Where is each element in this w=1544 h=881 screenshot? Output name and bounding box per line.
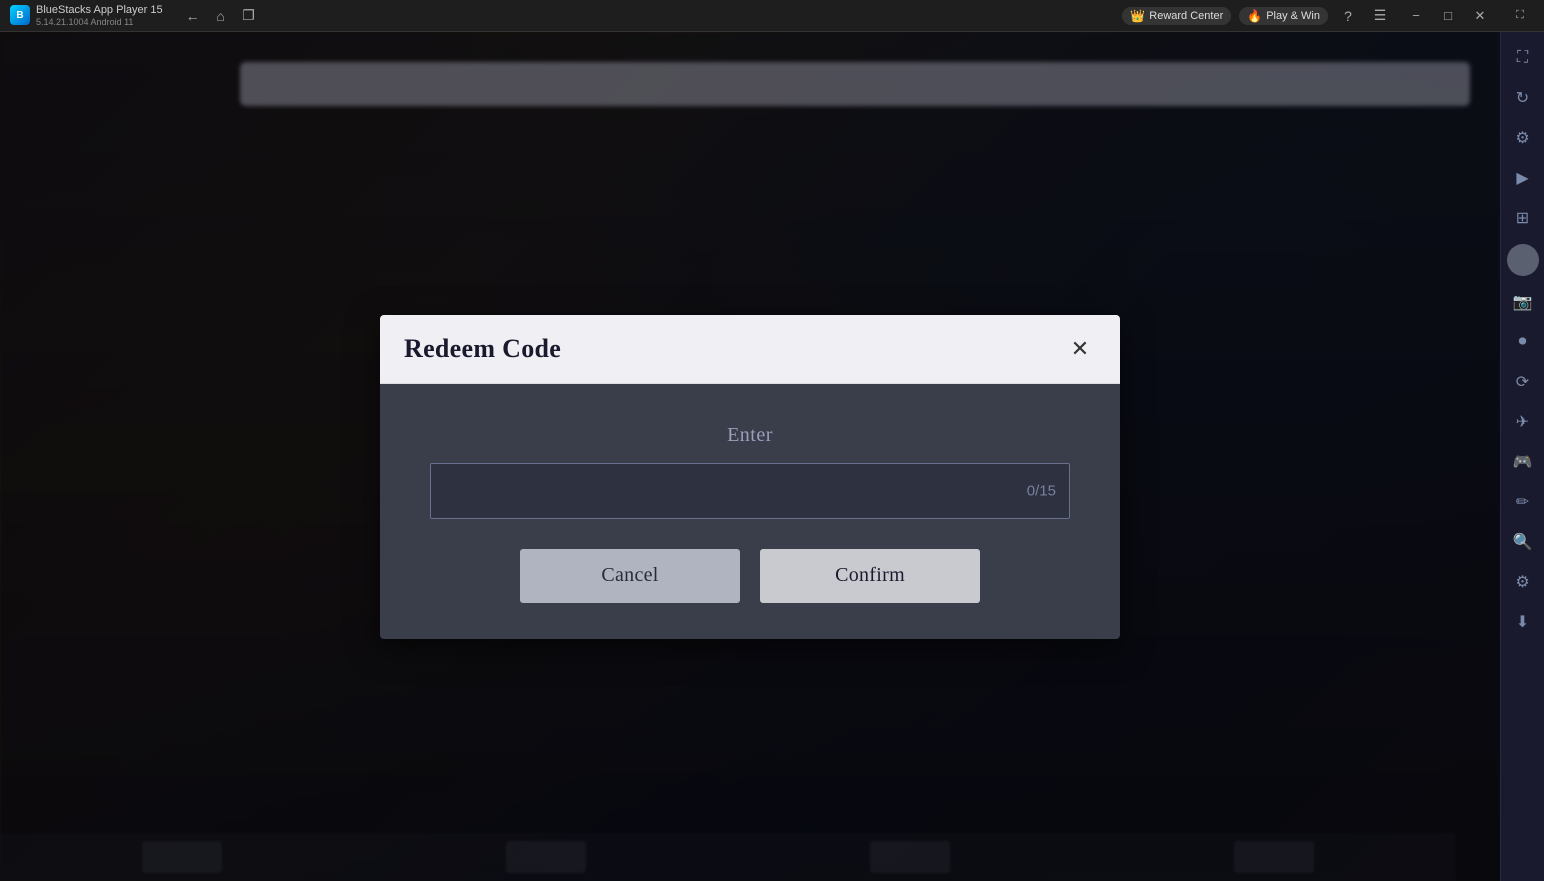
- input-wrapper: 0/15: [430, 463, 1070, 519]
- sidebar-play-icon[interactable]: ▶: [1505, 160, 1541, 196]
- sidebar-grid-icon[interactable]: ⊞: [1505, 200, 1541, 236]
- sidebar-rotate-icon[interactable]: ⟳: [1505, 364, 1541, 400]
- sidebar-settings-icon[interactable]: ⚙: [1505, 120, 1541, 156]
- sidebar-gear-icon[interactable]: ⚙: [1505, 564, 1541, 600]
- window-controls: − □ ✕: [1400, 0, 1496, 32]
- sidebar-expand-icon[interactable]: ⛶: [1505, 40, 1541, 76]
- dialog-footer: Cancel Confirm: [380, 549, 1120, 639]
- help-button[interactable]: ?: [1336, 4, 1360, 28]
- code-input[interactable]: [430, 463, 1070, 519]
- app-name: BlueStacks App Player 15 5.14.21.1004 An…: [36, 4, 163, 28]
- main-content: Redeem Code ✕ Enter 0/15 Cancel Confirm: [0, 32, 1500, 881]
- sidebar-drone-icon[interactable]: ✈: [1505, 404, 1541, 440]
- right-sidebar: ⛶ ↻ ⚙ ▶ ⊞ 📷 ⏺ ⟳ ✈ 🎮 ✏ 🔍 ⚙ ⬇: [1500, 32, 1544, 881]
- sidebar-camera-icon[interactable]: 📷: [1505, 284, 1541, 320]
- back-button[interactable]: ←: [181, 4, 205, 28]
- copy-button[interactable]: ❐: [237, 4, 261, 28]
- sidebar-download-icon[interactable]: ⬇: [1505, 604, 1541, 640]
- topbar: B BlueStacks App Player 15 5.14.21.1004 …: [0, 0, 1544, 32]
- bluestacks-icon: B: [10, 5, 30, 25]
- crown-icon: 👑: [1130, 9, 1145, 23]
- modal-overlay: Redeem Code ✕ Enter 0/15 Cancel Confirm: [0, 32, 1500, 881]
- close-button[interactable]: ✕: [1464, 0, 1496, 32]
- sidebar-avatar[interactable]: [1507, 244, 1539, 276]
- dialog-title: Redeem Code: [404, 334, 561, 364]
- sidebar-search-icon[interactable]: 🔍: [1505, 524, 1541, 560]
- dialog-body: Enter 0/15: [380, 384, 1120, 549]
- enter-label: Enter: [727, 424, 773, 447]
- reward-center-badge[interactable]: 👑 Reward Center: [1122, 7, 1231, 25]
- dialog-close-button[interactable]: ✕: [1064, 333, 1096, 365]
- sidebar-record-icon[interactable]: ⏺: [1505, 324, 1541, 360]
- sidebar-refresh-icon[interactable]: ↻: [1505, 80, 1541, 116]
- minimize-button[interactable]: −: [1400, 0, 1432, 32]
- redeem-code-dialog: Redeem Code ✕ Enter 0/15 Cancel Confirm: [380, 315, 1120, 639]
- sidebar-brush-icon[interactable]: ✏: [1505, 484, 1541, 520]
- sidebar-gamepad-icon[interactable]: 🎮: [1505, 444, 1541, 480]
- play-win-badge[interactable]: 🔥 Play & Win: [1239, 7, 1328, 25]
- maximize-button[interactable]: □: [1432, 0, 1464, 32]
- topbar-right: 👑 Reward Center 🔥 Play & Win ? ☰ − □ ✕ ⛶: [1114, 0, 1544, 32]
- expand-button[interactable]: ⛶: [1504, 0, 1536, 32]
- home-button[interactable]: ⌂: [209, 4, 233, 28]
- confirm-button[interactable]: Confirm: [760, 549, 980, 603]
- fire-icon: 🔥: [1247, 9, 1262, 23]
- app-logo: B BlueStacks App Player 15 5.14.21.1004 …: [0, 4, 173, 28]
- menu-button[interactable]: ☰: [1368, 4, 1392, 28]
- cancel-button[interactable]: Cancel: [520, 549, 740, 603]
- nav-controls: ← ⌂ ❐: [173, 4, 269, 28]
- dialog-header: Redeem Code ✕: [380, 315, 1120, 384]
